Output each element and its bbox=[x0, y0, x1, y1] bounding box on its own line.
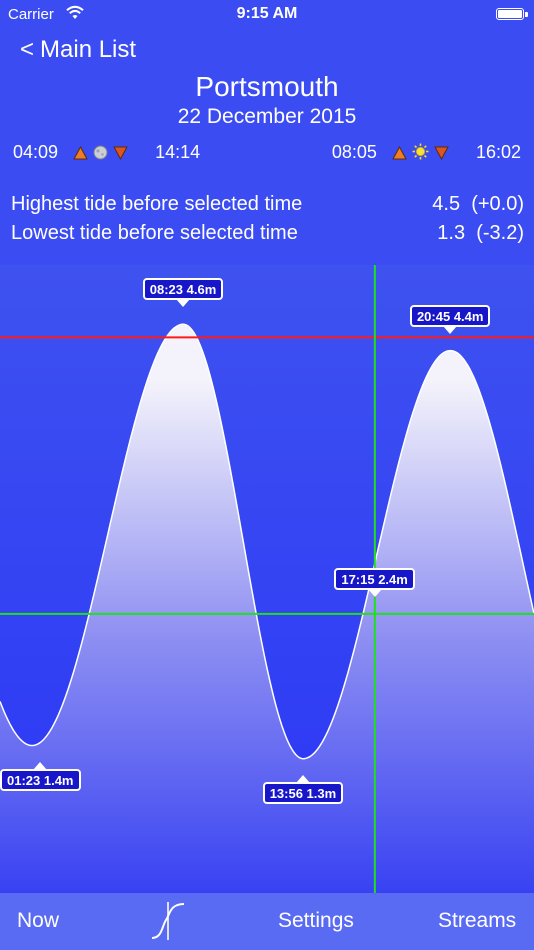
back-to-main-list-button[interactable]: < Main List bbox=[20, 36, 136, 64]
rise-triangle-icon bbox=[73, 146, 88, 160]
lowest-tide-label: Lowest tide before selected time bbox=[11, 222, 298, 244]
tab-bar: Now Settings Streams bbox=[0, 893, 534, 950]
back-chevron-icon: < bbox=[20, 36, 35, 63]
set-triangle-icon bbox=[434, 146, 449, 160]
sunset-time: 16:02 bbox=[475, 142, 521, 162]
date-label: 22 December 2015 bbox=[177, 105, 357, 128]
moonrise-time: 04:09 bbox=[13, 142, 59, 162]
rise-triangle-icon bbox=[392, 146, 407, 160]
moon-icon bbox=[93, 145, 108, 160]
status-bar: Carrier 9:15 AM bbox=[0, 0, 534, 30]
high-tide-label: 08:23 4.6m bbox=[142, 278, 224, 308]
highest-tide-label: Highest tide before selected time bbox=[11, 193, 303, 215]
highest-tide-value: 4.5 (+0.0) bbox=[432, 193, 524, 215]
tab-now[interactable]: Now bbox=[17, 909, 59, 933]
moonset-time: 14:14 bbox=[155, 142, 201, 162]
tide-graph[interactable]: 01:23 1.4m 08:23 4.6m 13:56 1.3m 20:45 4.4m… bbox=[0, 265, 534, 893]
lowest-tide-value: 1.3 (-3.2) bbox=[437, 222, 524, 244]
back-label: Main List bbox=[40, 36, 137, 63]
high-tide-label: 20:45 4.4m bbox=[409, 304, 491, 334]
low-tide-label: 13:56 1.3m bbox=[262, 774, 344, 804]
sunrise-time: 08:05 bbox=[331, 142, 377, 162]
tide-curve-icon[interactable] bbox=[148, 900, 188, 942]
sun-icon bbox=[412, 143, 429, 160]
status-time: 9:15 AM bbox=[236, 5, 298, 22]
sun-times: 08:05 16:02 bbox=[332, 142, 521, 163]
battery-icon bbox=[496, 8, 524, 20]
moon-times: 04:09 14:14 bbox=[13, 142, 200, 163]
set-triangle-icon bbox=[113, 146, 128, 160]
selected-tide-label: 17:15 2.4m bbox=[334, 567, 415, 597]
tab-settings[interactable]: Settings bbox=[278, 909, 354, 933]
low-tide-label: 01:23 1.4m bbox=[0, 761, 81, 791]
battery-tip bbox=[525, 12, 528, 17]
location-title: Portsmouth bbox=[195, 71, 339, 102]
tab-streams[interactable]: Streams bbox=[438, 909, 516, 933]
